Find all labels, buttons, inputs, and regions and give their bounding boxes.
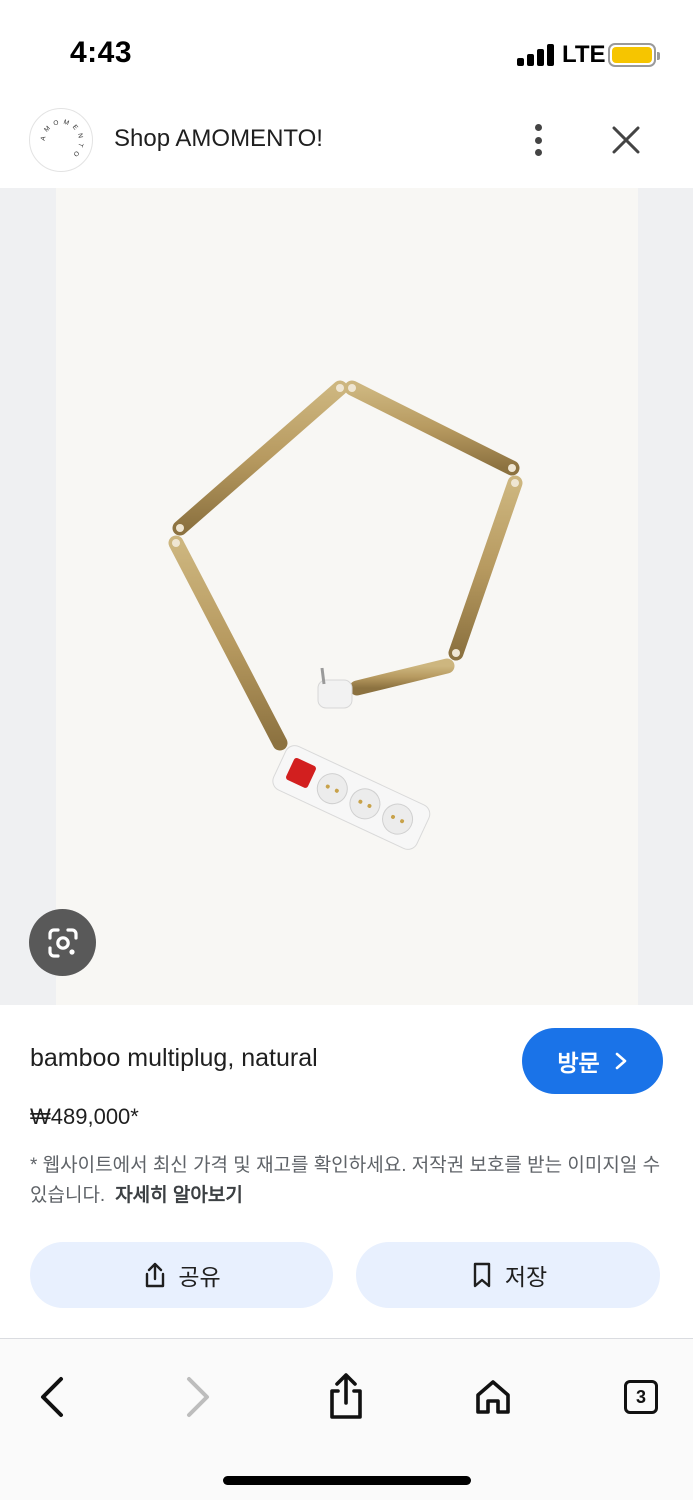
visit-button-label: 방문 xyxy=(557,1050,600,1076)
learn-more-link[interactable]: 자세히 알아보기 xyxy=(115,1185,243,1206)
battery-icon xyxy=(608,43,660,67)
share-button-label: 공유 xyxy=(178,1264,221,1290)
visit-button[interactable]: 방문 xyxy=(522,1028,663,1094)
status-time: 4:43 xyxy=(70,36,133,69)
product-title: bamboo multiplug, natural xyxy=(30,1044,318,1072)
bookmark-icon xyxy=(473,1262,491,1288)
share-toolbar-icon[interactable] xyxy=(321,1369,371,1425)
product-price: ₩489,000* xyxy=(30,1104,139,1129)
home-indicator[interactable] xyxy=(223,1476,471,1485)
site-name: Shop AMOMENTO! xyxy=(114,125,323,152)
tabs-icon[interactable]: 3 xyxy=(616,1369,666,1425)
forward-icon[interactable] xyxy=(173,1369,223,1425)
more-vert-icon[interactable] xyxy=(524,120,552,160)
share-button[interactable]: 공유 xyxy=(30,1242,333,1308)
chevron-right-icon xyxy=(615,1052,626,1070)
home-icon[interactable] xyxy=(468,1369,518,1425)
save-button[interactable]: 저장 xyxy=(356,1242,660,1308)
price-disclaimer: * 웹사이트에서 최신 가격 및 재고를 확인하세요. 저작권 보호를 받는 이… xyxy=(30,1151,670,1211)
network-type: LTE xyxy=(562,41,606,68)
google-lens-icon[interactable] xyxy=(29,909,96,976)
share-icon xyxy=(146,1262,165,1288)
logo-text: AMOMENTO xyxy=(40,119,81,161)
status-bar: 4:43 LTE xyxy=(0,0,693,100)
page-header: AMOMENTO Shop AMOMENTO! xyxy=(0,100,693,188)
product-image-area[interactable] xyxy=(0,188,693,1005)
bamboo-multiplug-image xyxy=(168,380,523,850)
site-logo: AMOMENTO xyxy=(29,108,93,172)
close-icon[interactable] xyxy=(608,122,644,158)
tabs-count: 3 xyxy=(624,1380,658,1414)
back-icon[interactable] xyxy=(27,1369,77,1425)
browser-toolbar: 3 xyxy=(0,1339,693,1500)
save-button-label: 저장 xyxy=(504,1264,548,1290)
svg-text:AMOMENTO: AMOMENTO xyxy=(40,119,85,161)
signal-icon xyxy=(517,44,555,66)
